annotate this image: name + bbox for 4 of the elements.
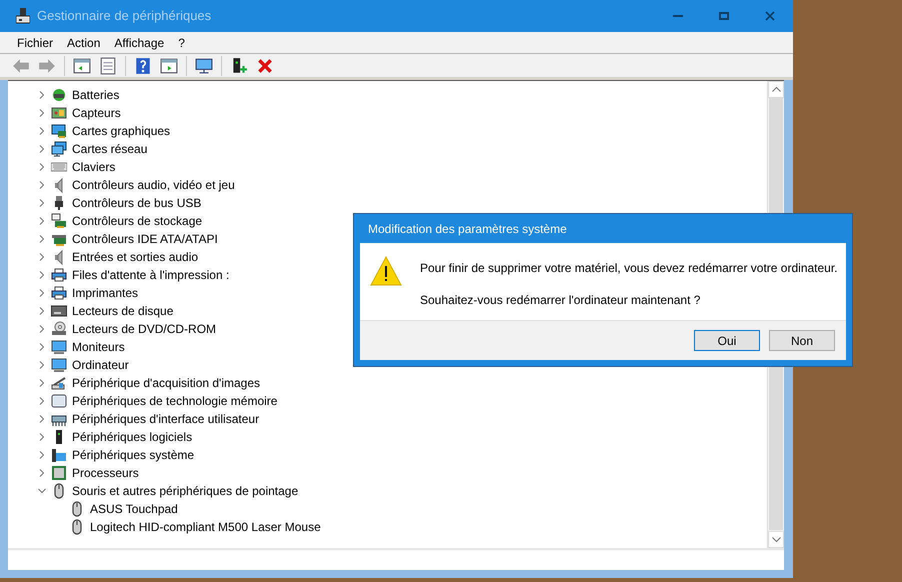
- dialog-question: Souhaitez-vous redémarrer l'ordinateur maintenant ?: [420, 292, 702, 309]
- dialog-title: Modification des paramètres système: [368, 220, 567, 238]
- dialog-message: Pour finir de supprimer votre matériel, vous devez redémarrer votre ordinateur.: [420, 260, 838, 277]
- window-title: Gestionnaire de périphériques: [37, 7, 212, 26]
